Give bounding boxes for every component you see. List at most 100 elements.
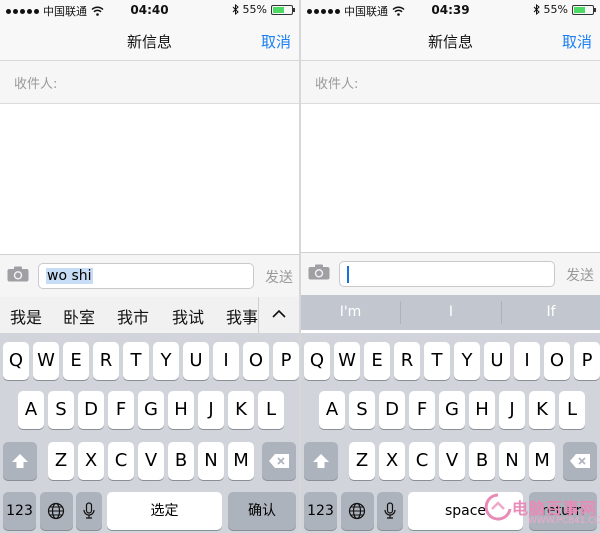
- key[interactable]: U: [484, 342, 510, 380]
- select-key[interactable]: 选定: [107, 492, 222, 530]
- battery-icon: [572, 4, 596, 15]
- key[interactable]: K: [529, 391, 555, 429]
- key[interactable]: Z: [349, 442, 375, 480]
- prediction-item[interactable]: I: [401, 295, 501, 330]
- recipient-label: 收件人:: [14, 77, 58, 92]
- key[interactable]: X: [78, 442, 104, 480]
- backspace-icon: [269, 454, 289, 468]
- key[interactable]: V: [138, 442, 164, 480]
- expand-candidates-button[interactable]: [258, 297, 299, 333]
- key[interactable]: L: [559, 391, 585, 429]
- backspace-key[interactable]: [563, 442, 597, 480]
- key[interactable]: Q: [304, 342, 330, 380]
- camera-icon[interactable]: [308, 264, 330, 280]
- brand-logo-icon: [484, 493, 512, 521]
- key[interactable]: W: [334, 342, 360, 380]
- key[interactable]: K: [228, 391, 254, 429]
- microphone-icon: [83, 502, 95, 519]
- confirm-key[interactable]: 确认: [228, 492, 296, 530]
- key[interactable]: C: [409, 442, 435, 480]
- candidate-item[interactable]: 卧室: [63, 304, 95, 328]
- recipient-field[interactable]: 收件人:: [0, 61, 299, 104]
- key[interactable]: E: [63, 342, 89, 380]
- key[interactable]: N: [198, 442, 224, 480]
- microphone-icon: [384, 502, 396, 519]
- key[interactable]: D: [78, 391, 104, 429]
- key[interactable]: H: [168, 391, 194, 429]
- cancel-button[interactable]: 取消: [562, 31, 592, 52]
- key[interactable]: I: [514, 342, 540, 380]
- key[interactable]: J: [499, 391, 525, 429]
- key[interactable]: F: [108, 391, 134, 429]
- key[interactable]: L: [258, 391, 284, 429]
- key[interactable]: D: [379, 391, 405, 429]
- candidate-item[interactable]: 我市: [117, 304, 149, 328]
- microphone-key[interactable]: [76, 492, 102, 530]
- key[interactable]: P: [273, 342, 299, 380]
- key[interactable]: Y: [153, 342, 179, 380]
- key[interactable]: M: [529, 442, 555, 480]
- key[interactable]: W: [33, 342, 59, 380]
- key[interactable]: M: [228, 442, 254, 480]
- key[interactable]: R: [394, 342, 420, 380]
- key[interactable]: A: [319, 391, 345, 429]
- key[interactable]: T: [424, 342, 450, 380]
- key[interactable]: S: [48, 391, 74, 429]
- page-title: 新信息: [126, 33, 172, 51]
- key[interactable]: Z: [48, 442, 74, 480]
- key[interactable]: R: [93, 342, 119, 380]
- candidate-item[interactable]: 我是: [10, 304, 42, 328]
- send-button[interactable]: 发送: [566, 265, 594, 285]
- key[interactable]: I: [213, 342, 239, 380]
- key[interactable]: G: [439, 391, 465, 429]
- screen-right: 中国联通 04:39 55% 新信息 取消 收件人: 发送 I'm I If Q…: [301, 0, 600, 533]
- candidate-item[interactable]: 我试: [172, 304, 204, 328]
- shift-key[interactable]: [304, 442, 338, 480]
- key[interactable]: X: [379, 442, 405, 480]
- key[interactable]: H: [469, 391, 495, 429]
- nav-bar: 新信息 取消: [301, 20, 600, 61]
- message-input[interactable]: [339, 261, 555, 287]
- key[interactable]: C: [108, 442, 134, 480]
- shift-arrow-icon: [313, 454, 329, 468]
- key[interactable]: S: [349, 391, 375, 429]
- prediction-item[interactable]: If: [502, 295, 600, 330]
- numbers-key[interactable]: 123: [304, 492, 337, 530]
- camera-icon[interactable]: [7, 266, 29, 282]
- numbers-key[interactable]: 123: [3, 492, 36, 530]
- key[interactable]: B: [168, 442, 194, 480]
- keyboard: Q W E R T Y U I O P A S D F G H J K L Z …: [0, 333, 299, 533]
- key[interactable]: B: [469, 442, 495, 480]
- recipient-field[interactable]: 收件人:: [301, 61, 600, 104]
- key[interactable]: F: [409, 391, 435, 429]
- battery-percent: 55%: [242, 3, 267, 16]
- key[interactable]: O: [243, 342, 269, 380]
- status-bar: 中国联通 04:40 55%: [0, 0, 299, 20]
- key[interactable]: N: [499, 442, 525, 480]
- key[interactable]: U: [183, 342, 209, 380]
- backspace-key[interactable]: [262, 442, 296, 480]
- key[interactable]: A: [18, 391, 44, 429]
- candidate-item[interactable]: 我事: [226, 304, 258, 328]
- prediction-item[interactable]: I'm: [301, 295, 400, 330]
- bluetooth-icon: [232, 4, 239, 15]
- screen-left: 中国联通 04:40 55% 新信息 取消 收件人: wo shi 发送 我是 …: [0, 0, 299, 533]
- cancel-button[interactable]: 取消: [261, 31, 291, 52]
- shift-key[interactable]: [3, 442, 37, 480]
- key[interactable]: O: [544, 342, 570, 380]
- message-input[interactable]: wo shi: [38, 263, 254, 289]
- key[interactable]: V: [439, 442, 465, 480]
- key[interactable]: Y: [454, 342, 480, 380]
- send-button[interactable]: 发送: [265, 267, 293, 287]
- microphone-key[interactable]: [377, 492, 403, 530]
- key[interactable]: J: [198, 391, 224, 429]
- key[interactable]: T: [123, 342, 149, 380]
- key[interactable]: P: [574, 342, 600, 380]
- globe-key[interactable]: [40, 492, 73, 530]
- globe-key[interactable]: [341, 492, 374, 530]
- key[interactable]: G: [138, 391, 164, 429]
- key[interactable]: E: [364, 342, 390, 380]
- bluetooth-icon: [533, 4, 540, 15]
- key[interactable]: Q: [3, 342, 29, 380]
- globe-icon: [47, 502, 65, 520]
